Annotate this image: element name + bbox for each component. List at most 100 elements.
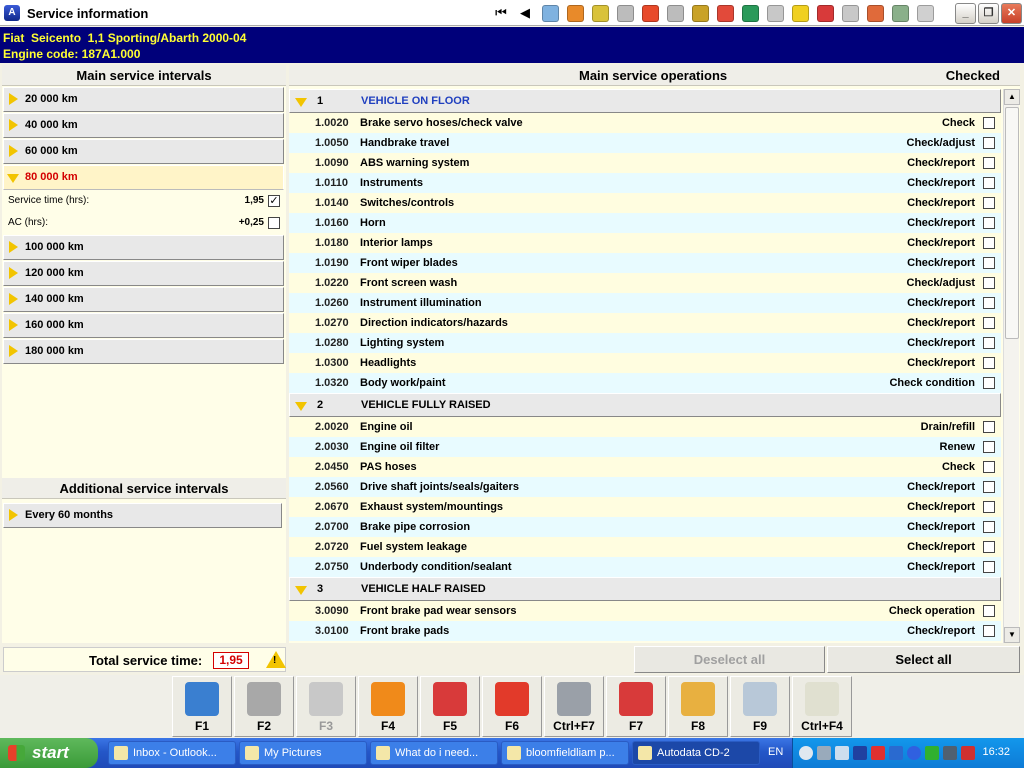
fkey-f3[interactable]: F3 bbox=[296, 676, 356, 737]
select-all-button[interactable]: Select all bbox=[827, 646, 1020, 673]
virus-icon[interactable] bbox=[871, 746, 885, 760]
operation-checkbox[interactable] bbox=[983, 277, 995, 289]
taskbar-task[interactable]: My Pictures bbox=[239, 741, 367, 765]
interval-item-4[interactable]: 180 000 km bbox=[3, 339, 284, 364]
operation-row[interactable]: 2.0750 Underbody condition/sealant Check/r… bbox=[289, 557, 1001, 577]
first-page-button[interactable]: ⏮ bbox=[490, 3, 512, 23]
printer-tray-icon[interactable] bbox=[835, 746, 849, 760]
operation-checkbox[interactable] bbox=[983, 157, 995, 169]
service-time-checkbox[interactable]: ✓ bbox=[268, 195, 280, 207]
operation-checkbox[interactable] bbox=[983, 237, 995, 249]
taskbar-task[interactable]: Autodata CD-2 bbox=[632, 741, 760, 765]
toolbar-button-13[interactable] bbox=[863, 2, 888, 24]
interval-item-0[interactable]: 100 000 km bbox=[3, 235, 284, 260]
operation-row[interactable]: 1.0180 Interior lamps Check/report bbox=[289, 233, 1001, 253]
fkey-f1[interactable]: F1 bbox=[172, 676, 232, 737]
previous-page-button[interactable]: ◀ bbox=[514, 3, 536, 23]
operation-row[interactable]: 1.0220 Front screen wash Check/adjust bbox=[289, 273, 1001, 293]
operation-checkbox[interactable] bbox=[983, 421, 995, 433]
operation-checkbox[interactable] bbox=[983, 117, 995, 129]
operation-row[interactable]: 1.0260 Instrument illumination Check/repor… bbox=[289, 293, 1001, 313]
toolbar-button-1[interactable] bbox=[563, 2, 588, 24]
operation-checkbox[interactable] bbox=[983, 501, 995, 513]
operation-checkbox[interactable] bbox=[983, 461, 995, 473]
operation-checkbox[interactable] bbox=[983, 217, 995, 229]
toolbar-button-7[interactable] bbox=[713, 2, 738, 24]
additional-interval-0[interactable]: Every 60 months bbox=[3, 503, 282, 528]
operation-row[interactable]: 1.0280 Lighting system Check/report bbox=[289, 333, 1001, 353]
operation-row[interactable]: 1.0160 Horn Check/report bbox=[289, 213, 1001, 233]
operation-checkbox[interactable] bbox=[983, 605, 995, 617]
operation-row[interactable]: 2.0700 Brake pipe corrosion Check/report bbox=[289, 517, 1001, 537]
toolbar-button-15[interactable] bbox=[913, 2, 938, 24]
operation-checkbox[interactable] bbox=[983, 441, 995, 453]
operation-checkbox[interactable] bbox=[983, 257, 995, 269]
fkey-f9[interactable]: F9 bbox=[730, 676, 790, 737]
toolbar-button-4[interactable] bbox=[638, 2, 663, 24]
start-button[interactable]: start bbox=[0, 738, 98, 768]
ac-checkbox[interactable] bbox=[268, 217, 280, 229]
operation-checkbox[interactable] bbox=[983, 377, 995, 389]
scroll-down-button[interactable]: ▼ bbox=[1004, 627, 1020, 643]
operation-row[interactable]: 2.0720 Fuel system leakage Check/report bbox=[289, 537, 1001, 557]
alert-icon[interactable] bbox=[889, 746, 903, 760]
toolbar-button-3[interactable] bbox=[613, 2, 638, 24]
toolbar-button-2[interactable] bbox=[588, 2, 613, 24]
operation-checkbox[interactable] bbox=[983, 521, 995, 533]
interval-active[interactable]: 80 000 km bbox=[3, 165, 284, 190]
operation-row[interactable]: 1.0320 Body work/paint Check condition bbox=[289, 373, 1001, 393]
maximize-button[interactable]: ❐ bbox=[978, 3, 999, 24]
language-indicator[interactable]: EN bbox=[768, 746, 783, 758]
taskbar-task[interactable]: What do i need... bbox=[370, 741, 498, 765]
interval-item-2[interactable]: 60 000 km bbox=[3, 139, 284, 164]
volume-icon[interactable] bbox=[943, 746, 957, 760]
operation-checkbox[interactable] bbox=[983, 541, 995, 553]
fkey-f2[interactable]: F2 bbox=[234, 676, 294, 737]
toolbar-button-10[interactable] bbox=[788, 2, 813, 24]
operation-row[interactable]: 2.0450 PAS hoses Check bbox=[289, 457, 1001, 477]
operation-checkbox[interactable] bbox=[983, 297, 995, 309]
operation-checkbox[interactable] bbox=[983, 177, 995, 189]
operation-row[interactable]: 1.0020 Brake servo hoses/check valve Check bbox=[289, 113, 1001, 133]
toolbar-button-9[interactable] bbox=[763, 2, 788, 24]
toolbar-button-5[interactable] bbox=[663, 2, 688, 24]
operation-row[interactable]: 1.0190 Front wiper blades Check/report bbox=[289, 253, 1001, 273]
operation-row[interactable]: 1.0110 Instruments Check/report bbox=[289, 173, 1001, 193]
fkey-f8[interactable]: F8 bbox=[668, 676, 728, 737]
taskbar-task[interactable]: bloomfieldliam p... bbox=[501, 741, 629, 765]
interval-item-0[interactable]: 20 000 km bbox=[3, 87, 284, 112]
scroll-thumb[interactable] bbox=[1005, 107, 1019, 339]
operation-row[interactable]: 3.0100 Front brake pads Check/report bbox=[289, 621, 1001, 641]
back-arrow-icon[interactable] bbox=[799, 746, 813, 760]
operation-group[interactable]: 1 VEHICLE ON FLOOR bbox=[289, 89, 1001, 113]
network-icon[interactable] bbox=[817, 746, 831, 760]
operation-row[interactable]: 1.0090 ABS warning system Check/report bbox=[289, 153, 1001, 173]
operation-checkbox[interactable] bbox=[983, 481, 995, 493]
operation-row[interactable]: 1.0050 Handbrake travel Check/adjust bbox=[289, 133, 1001, 153]
bluetooth-icon[interactable] bbox=[907, 746, 921, 760]
fkey-ctrl-f7[interactable]: Ctrl+F7 bbox=[544, 676, 604, 737]
operation-group[interactable]: 3 VEHICLE HALF RAISED bbox=[289, 577, 1001, 601]
toolbar-button-6[interactable] bbox=[688, 2, 713, 24]
play-icon[interactable] bbox=[925, 746, 939, 760]
close-button[interactable]: ✕ bbox=[1001, 3, 1022, 24]
adobe-icon[interactable] bbox=[961, 746, 975, 760]
operation-row[interactable]: 1.0270 Direction indicators/hazards Check/… bbox=[289, 313, 1001, 333]
operation-checkbox[interactable] bbox=[983, 317, 995, 329]
operation-row[interactable]: 2.0560 Drive shaft joints/seals/gaiters Ch… bbox=[289, 477, 1001, 497]
deselect-all-button[interactable]: Deselect all bbox=[634, 646, 825, 673]
fkey-f4[interactable]: F4 bbox=[358, 676, 418, 737]
toolbar-button-11[interactable] bbox=[813, 2, 838, 24]
minimize-button[interactable]: _ bbox=[955, 3, 976, 24]
operation-row[interactable]: 3.0090 Front brake pad wear sensors Check … bbox=[289, 601, 1001, 621]
toolbar-button-12[interactable] bbox=[838, 2, 863, 24]
toolbar-button-0[interactable] bbox=[538, 2, 563, 24]
toolbar-button-8[interactable] bbox=[738, 2, 763, 24]
taskbar-task[interactable]: Inbox - Outlook... bbox=[108, 741, 236, 765]
operation-row[interactable]: 1.0300 Headlights Check/report bbox=[289, 353, 1001, 373]
fkey-ctrl-f4[interactable]: Ctrl+F4 bbox=[792, 676, 852, 737]
operation-row[interactable]: 2.0020 Engine oil Drain/refill bbox=[289, 417, 1001, 437]
operation-checkbox[interactable] bbox=[983, 337, 995, 349]
fkey-f7[interactable]: F7 bbox=[606, 676, 666, 737]
operation-row[interactable]: 2.0670 Exhaust system/mountings Check/repo… bbox=[289, 497, 1001, 517]
